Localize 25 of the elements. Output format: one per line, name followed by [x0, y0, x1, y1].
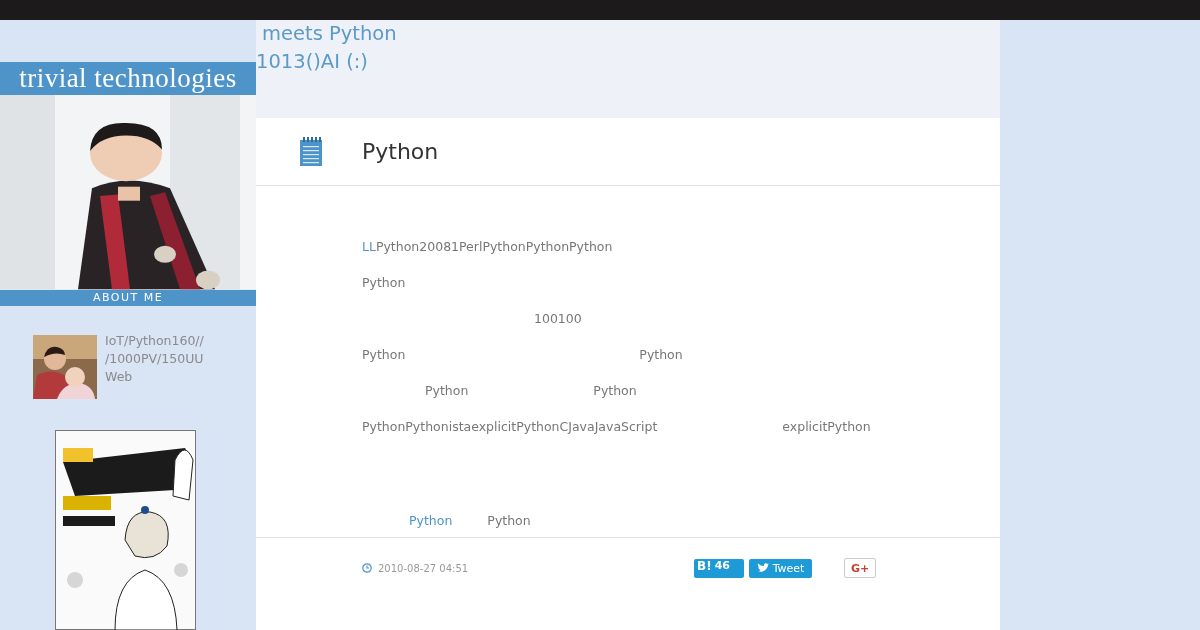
blog-description: meets Python [261, 21, 398, 47]
article-title: Python [362, 139, 439, 164]
blog-description: 1013()AI (:) [256, 49, 369, 75]
paragraph: Python [593, 382, 637, 400]
blog-title[interactable]: trivial technologies [0, 62, 256, 96]
clock-icon [362, 563, 372, 573]
profile-text: IoT/Python160// /1000PV/150UU Web [105, 332, 204, 386]
paragraph: PythonPythonistaexplicitPythonCJavaJavaScript [362, 418, 658, 436]
bird-icon [756, 563, 769, 573]
tweet-button[interactable]: Tweet [749, 558, 812, 578]
about-me-heading: ABOUT ME [0, 289, 256, 306]
link[interactable]: Python [409, 512, 453, 530]
paragraph: LLPython20081PerlPythonPythonPython [362, 238, 613, 256]
post-date: 2010-08-27 04:51 [378, 562, 470, 574]
paragraph: 100100 [534, 310, 582, 328]
bookmark-button[interactable]: B! 46 [694, 558, 744, 578]
notepad-icon [299, 136, 323, 167]
paragraph: Python [425, 382, 469, 400]
google-plus-button[interactable]: G+ [844, 558, 876, 578]
paragraph: Python [362, 346, 406, 364]
paragraph: explicitPython [782, 418, 871, 436]
paragraph: Python [487, 512, 531, 530]
link[interactable]: LL [362, 239, 376, 254]
paragraph: Python [362, 274, 406, 292]
paragraph: Python [639, 346, 683, 364]
